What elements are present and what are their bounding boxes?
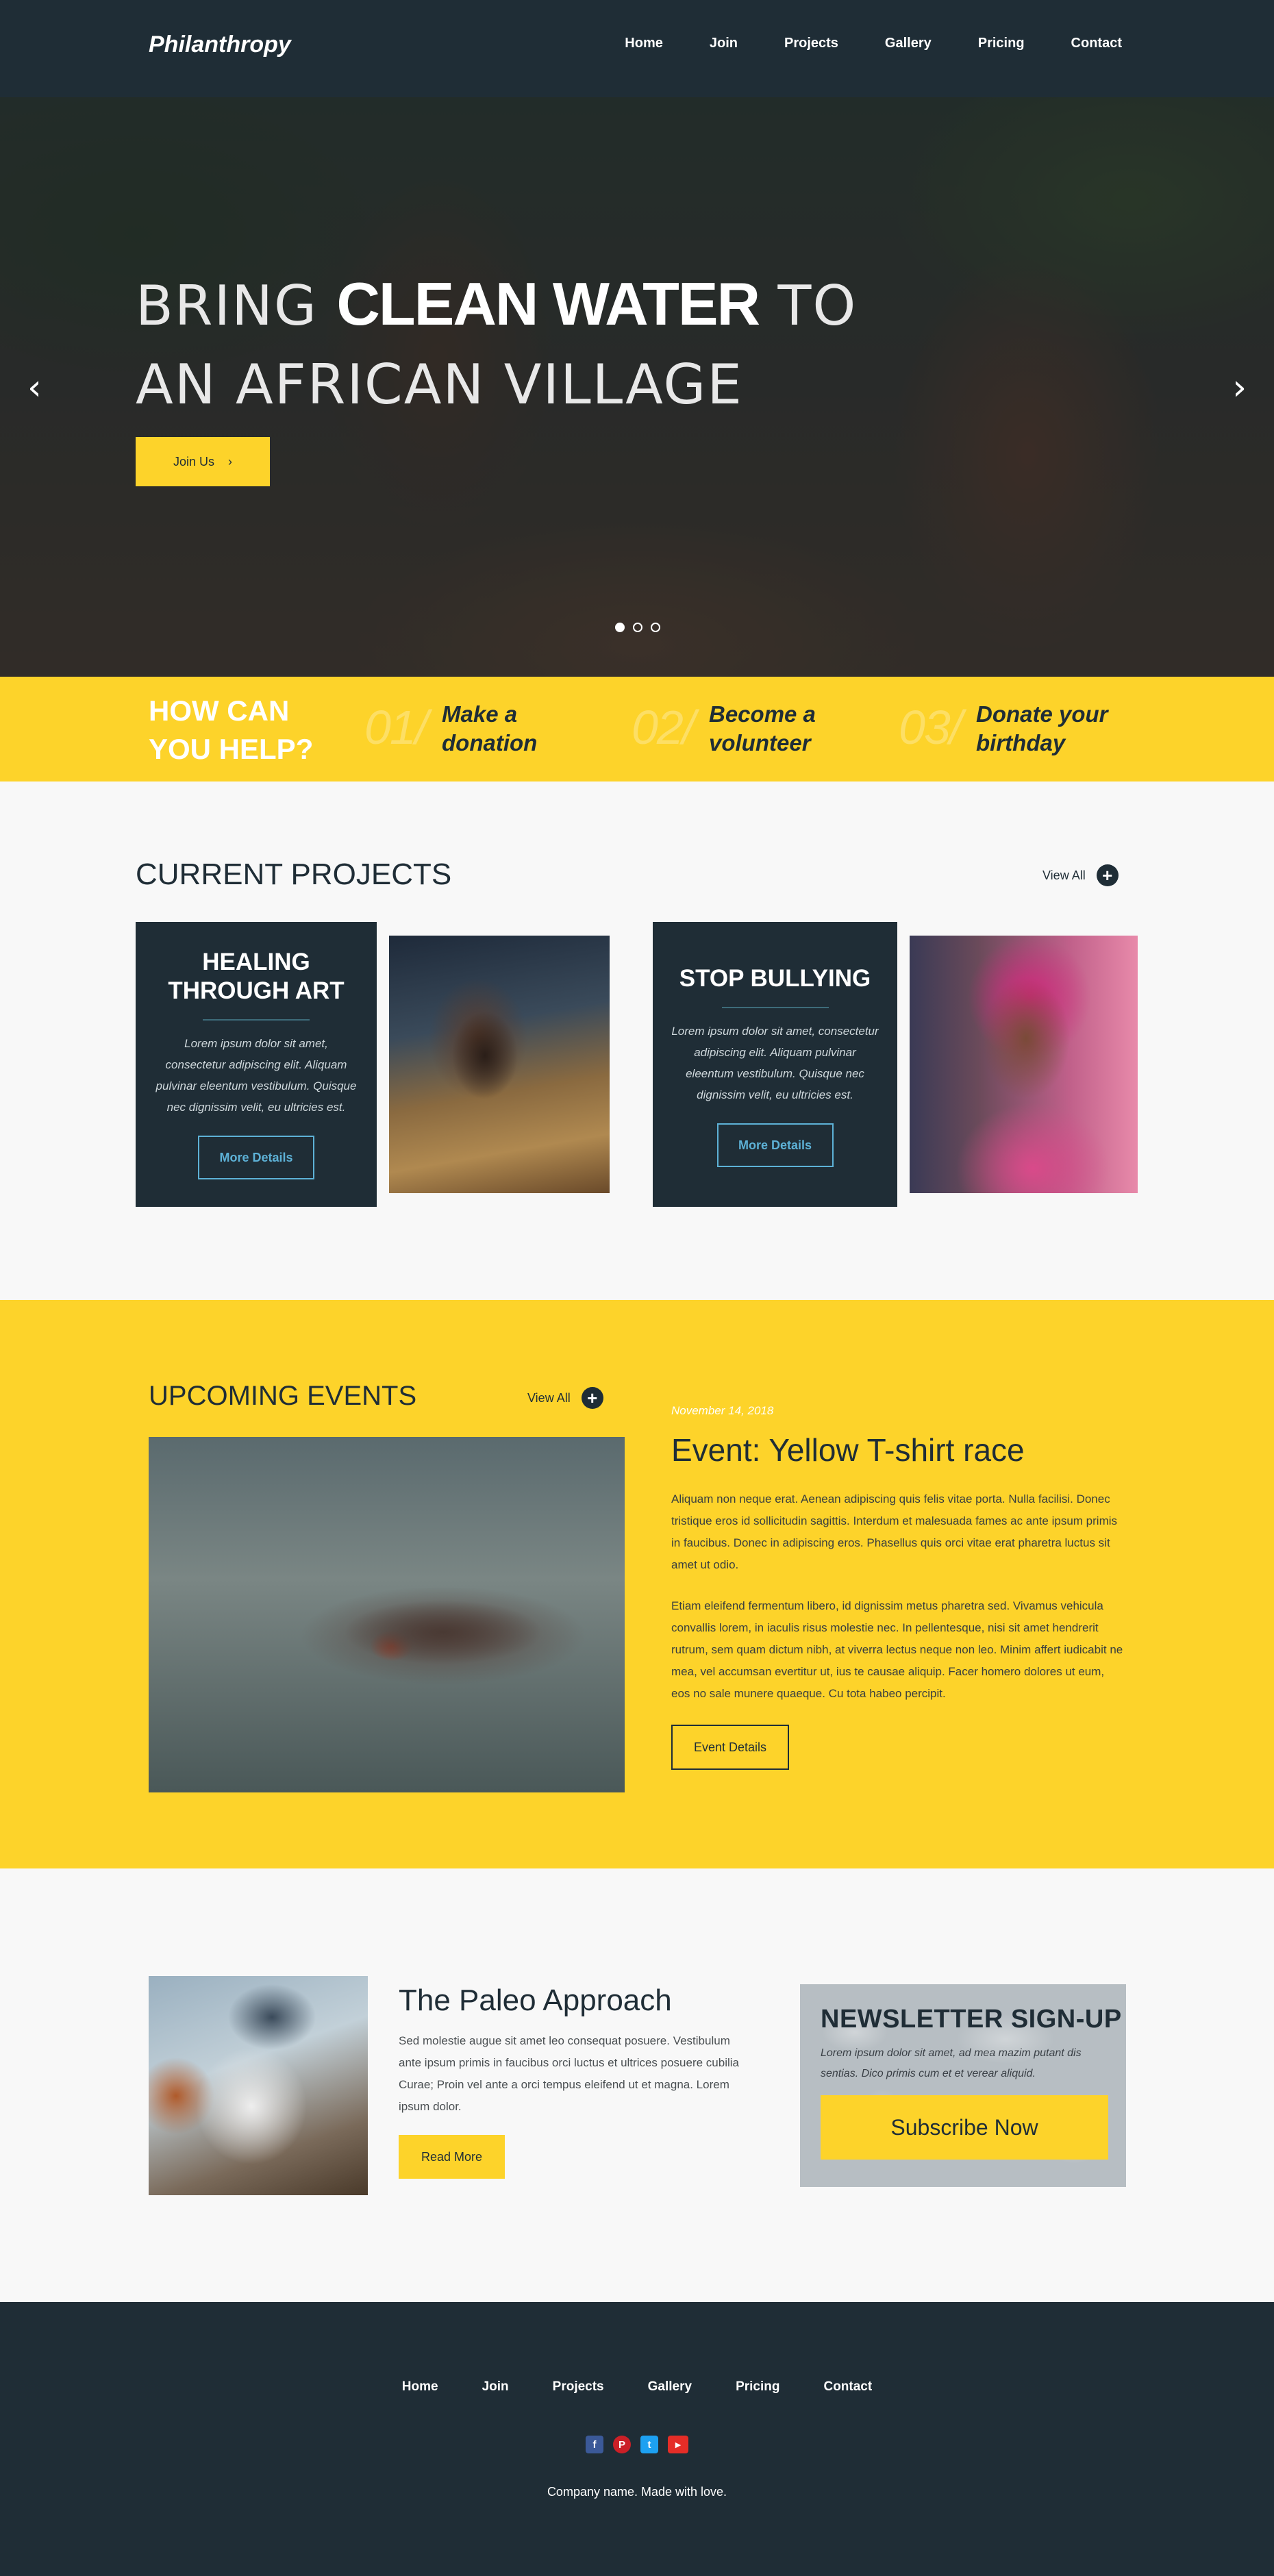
paleo-photo [149, 1976, 368, 2195]
hero-slider: BRING CLEAN WATER TO AN AFRICAN VILLAGE … [0, 97, 1274, 677]
nav-link-projects[interactable]: Projects [784, 36, 838, 51]
view-all-label: View All [1042, 868, 1086, 882]
newsletter-body: Lorem ipsum dolor sit amet, ad mea mazim… [821, 2047, 1082, 2079]
project-card-body: Lorem ipsum dolor sit amet, consectetur … [155, 1037, 357, 1114]
more-details-button[interactable]: More Details [198, 1136, 314, 1179]
footer: Home Join Projects Gallery Pricing Conta… [0, 2302, 1274, 2576]
join-us-label: Join Us [173, 454, 215, 468]
hero-headline-part: BRING [136, 274, 337, 338]
hero-headline-line2: AN AFRICAN VILLAGE [136, 353, 743, 416]
chevron-right-icon: › [228, 454, 233, 468]
help-title-line: YOU HELP? [149, 733, 314, 765]
twitter-icon[interactable]: t [640, 2436, 658, 2453]
help-item-label: Make a donation [442, 701, 538, 755]
current-projects-title: CURRENT PROJECTS [136, 858, 452, 891]
event-paragraph: Aliquam non neque erat. Aenean adipiscin… [671, 1492, 1118, 1571]
newsletter-title: NEWSLETTER SIGN-UP [821, 2005, 1122, 2034]
chevron-left-icon[interactable]: ‹ [27, 370, 42, 405]
slider-dots [615, 623, 660, 632]
how-can-you-help-strip: HOW CAN YOU HELP? 01/ Make a donation 02… [0, 677, 1274, 781]
nav-link-home[interactable]: Home [625, 36, 663, 51]
copyright-text: Company name. Made with love. [547, 2485, 727, 2499]
view-all-label: View All [527, 1390, 571, 1405]
event-photo-hand-butterfly [149, 1437, 625, 1792]
hero-headline-bold: CLEAN WATER [336, 270, 760, 338]
join-us-button[interactable]: Join Us › [136, 437, 270, 486]
footer-link-home[interactable]: Home [402, 2379, 438, 2394]
social-links: f P t ▶ [0, 2436, 1274, 2453]
slider-dot[interactable] [615, 623, 625, 632]
main-nav: Home Join Projects Gallery Pricing Conta… [578, 36, 1122, 51]
plus-icon: + [581, 1387, 603, 1409]
event-details-button[interactable]: Event Details [671, 1725, 789, 1770]
slider-dot[interactable] [651, 623, 660, 632]
project-photo-girl [910, 936, 1138, 1193]
footer-link-contact[interactable]: Contact [823, 2379, 872, 2394]
project-card-body: Lorem ipsum dolor sit amet, consectetur … [671, 1025, 879, 1101]
project-photo-classroom [389, 936, 610, 1193]
footer-link-projects[interactable]: Projects [553, 2379, 604, 2394]
brand-logo[interactable]: Philanthropy [149, 32, 291, 58]
slider-dot[interactable] [633, 623, 642, 632]
hero-headline-part: TO [759, 274, 858, 338]
project-card-healing: HEALING THROUGH ART Lorem ipsum dolor si… [136, 922, 377, 1207]
more-details-button[interactable]: More Details [716, 1123, 834, 1167]
help-number: 03/ [899, 701, 962, 754]
nav-link-gallery[interactable]: Gallery [885, 36, 932, 51]
project-card-title: STOP BULLYING [679, 965, 871, 992]
project-card-title: HEALING THROUGH ART [168, 949, 345, 1004]
footer-nav: Home Join Projects Gallery Pricing Conta… [0, 2379, 1274, 2394]
facebook-icon[interactable]: f [586, 2436, 603, 2453]
subscribe-button[interactable]: Subscribe Now [821, 2095, 1108, 2160]
top-navbar: Philanthropy Home Join Projects Gallery … [0, 0, 1274, 97]
chevron-right-icon[interactable]: › [1232, 370, 1247, 405]
events-view-all-link[interactable]: View All + [527, 1387, 603, 1409]
upcoming-events-title: UPCOMING EVENTS [149, 1381, 417, 1411]
footer-link-join[interactable]: Join [482, 2379, 509, 2394]
newsletter-box: NEWSLETTER SIGN-UP Lorem ipsum dolor sit… [800, 1984, 1126, 2187]
read-more-button[interactable]: Read More [399, 2135, 505, 2179]
help-title: HOW CAN YOU HELP? [149, 692, 313, 768]
help-title-line: HOW CAN [149, 695, 290, 727]
help-item-label: Become a volunteer [709, 701, 816, 755]
help-item-label: Donate your birthday [976, 701, 1108, 755]
paleo-title: The Paleo Approach [399, 1984, 672, 2017]
footer-link-pricing[interactable]: Pricing [736, 2379, 779, 2394]
divider [721, 1007, 829, 1008]
event-paragraph: Etiam eleifend fermentum libero, id dign… [671, 1599, 1123, 1700]
event-title: Event: Yellow T-shirt race [671, 1432, 1025, 1468]
divider [203, 1019, 310, 1021]
nav-link-pricing[interactable]: Pricing [978, 36, 1025, 51]
project-card-bullying: STOP BULLYING Lorem ipsum dolor sit amet… [653, 922, 897, 1207]
hero-headline: BRING CLEAN WATER TO AN AFRICAN VILLAGE [136, 266, 857, 423]
youtube-icon[interactable]: ▶ [668, 2436, 688, 2453]
nav-link-contact[interactable]: Contact [1071, 36, 1122, 51]
nav-link-join[interactable]: Join [710, 36, 738, 51]
paleo-body: Sed molestie augue sit amet leo consequa… [399, 2034, 740, 2113]
help-number: 02/ [632, 701, 695, 754]
pinterest-icon[interactable]: P [613, 2436, 631, 2453]
footer-link-gallery[interactable]: Gallery [648, 2379, 692, 2394]
event-date: November 14, 2018 [671, 1404, 774, 1417]
help-number: 01/ [364, 701, 428, 754]
upcoming-events-section: UPCOMING EVENTS View All + November 14, … [0, 1300, 1274, 1868]
projects-view-all-link[interactable]: View All + [1042, 864, 1119, 886]
plus-icon: + [1096, 864, 1119, 886]
